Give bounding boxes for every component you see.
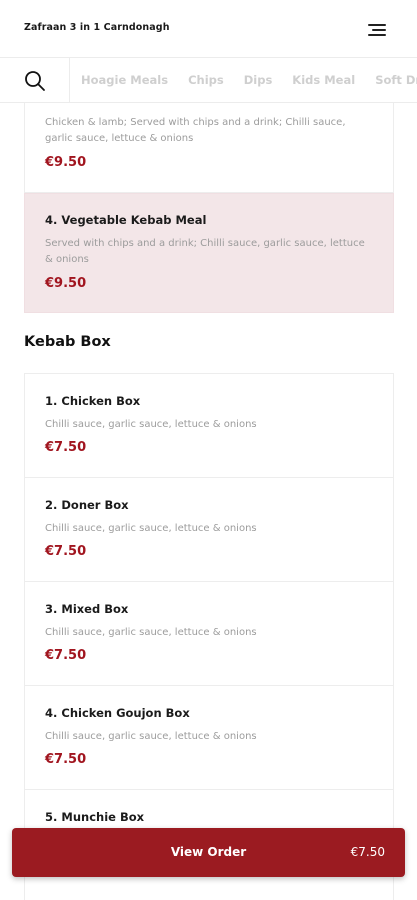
item-name: 2. Doner Box xyxy=(45,498,129,512)
tab-dips[interactable]: Dips xyxy=(244,73,273,87)
item-price: €7.50 xyxy=(45,440,87,455)
view-order-label: View Order xyxy=(170,845,247,859)
app-header: Zafraan 3 in 1 Carndonagh xyxy=(0,0,417,58)
item-description: Chilli sauce, garlic sauce, lettuce & on… xyxy=(45,523,257,534)
tab-kids-meal[interactable]: Kids Meal xyxy=(292,73,355,87)
item-description: Chilli sauce, garlic sauce, lettuce & on… xyxy=(45,419,257,430)
tab-chips[interactable]: Chips xyxy=(188,73,224,87)
item-name: 4. Chicken Goujon Box xyxy=(45,706,190,720)
section-title-kebab-box: Kebab Box xyxy=(24,334,111,350)
item-price: €9.50 xyxy=(45,276,87,291)
item-price: €9.50 xyxy=(45,155,87,170)
order-total: €7.50 xyxy=(350,845,385,859)
view-order-button[interactable]: View Order €7.50 xyxy=(12,828,405,877)
search-icon xyxy=(25,71,45,91)
tab-soft-drinks[interactable]: Soft Drinks xyxy=(375,73,417,87)
item-description: Chicken & lamb; Served with chips and a … xyxy=(45,117,346,144)
restaurant-name[interactable]: Zafraan 3 in 1 Carndonagh xyxy=(24,22,170,33)
category-nav: Hoagie Meals Chips Dips Kids Meal Soft Drink… xyxy=(0,58,417,103)
list-item[interactable]: 3. Mixed Box Chilli sauce, garlic sauce,… xyxy=(25,582,393,686)
list-item[interactable]: 2. Doner Box Chilli sauce, garlic sauce,… xyxy=(25,478,393,582)
item-price: €7.50 xyxy=(45,752,87,767)
list-item[interactable]: 4. Chicken Goujon Box Chilli sauce, garl… xyxy=(25,686,393,790)
menu-icon[interactable] xyxy=(368,22,388,38)
item-name: 1. Chicken Box xyxy=(45,394,141,408)
item-description: Served with chips and a drink; Chilli sa… xyxy=(45,238,365,265)
item-description: Chilli sauce, garlic sauce, lettuce & on… xyxy=(45,627,257,638)
item-name: 4. Vegetable Kebab Meal xyxy=(45,213,207,227)
item-description: Chilli sauce, garlic sauce, lettuce & on… xyxy=(45,731,257,742)
menu-item-card[interactable]: Chicken & lamb; Served with chips and a … xyxy=(24,103,394,193)
tab-hoagie-meals[interactable]: Hoagie Meals xyxy=(81,73,168,87)
item-name: 3. Mixed Box xyxy=(45,602,129,616)
item-name: 5. Munchie Box xyxy=(45,810,145,824)
item-price: €7.50 xyxy=(45,648,87,663)
item-price: €7.50 xyxy=(45,544,87,559)
kebab-box-list: 1. Chicken Box Chilli sauce, garlic sauc… xyxy=(24,373,394,900)
category-tabs: Hoagie Meals Chips Dips Kids Meal Soft Drink… xyxy=(81,73,417,87)
list-item[interactable]: 1. Chicken Box Chilli sauce, garlic sauc… xyxy=(25,374,393,478)
menu-item-card-selected[interactable]: 4. Vegetable Kebab Meal Served with chip… xyxy=(24,193,394,313)
search-button[interactable] xyxy=(0,58,70,102)
